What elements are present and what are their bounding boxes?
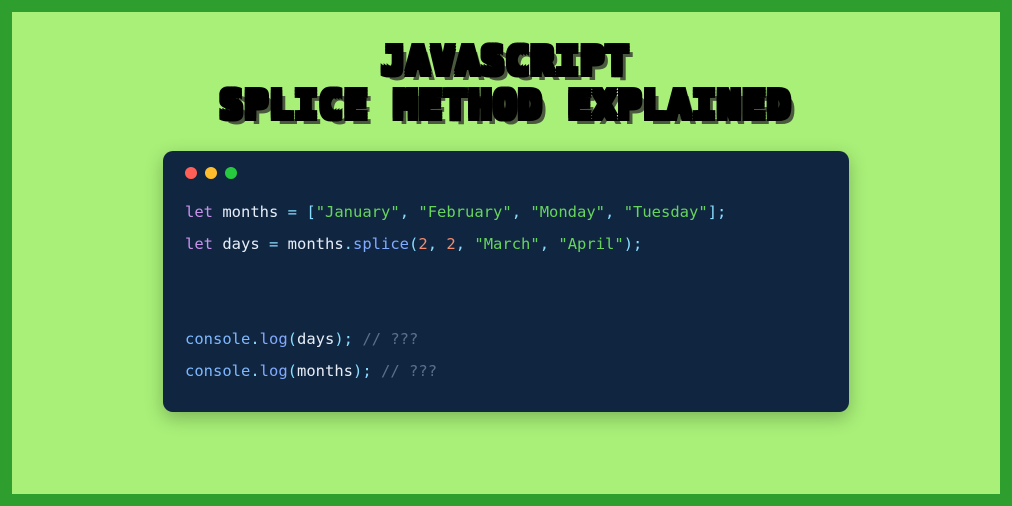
comma: , (400, 203, 419, 221)
comma: , (428, 235, 447, 253)
comma: , (456, 235, 475, 253)
num-2a: 2 (418, 235, 427, 253)
dot: . (250, 362, 259, 380)
code-line-1: let months = ["January", "February", "Mo… (185, 203, 726, 221)
str-january: "January" (316, 203, 400, 221)
paren-close: ); (334, 330, 353, 348)
method-log: log (260, 362, 288, 380)
space (372, 362, 381, 380)
code-line-4: console.log(days); // ??? (185, 330, 418, 348)
maximize-icon (225, 167, 237, 179)
str-tuesday: "Tuesday" (624, 203, 708, 221)
code-line-5: console.log(months); // ??? (185, 362, 437, 380)
str-april: "April" (558, 235, 623, 253)
bracket-close: ]; (708, 203, 727, 221)
code-window: let months = ["January", "February", "Mo… (163, 151, 849, 412)
dot: . (250, 330, 259, 348)
paren-close: ); (353, 362, 372, 380)
keyword-let: let (185, 203, 213, 221)
paren-open: ( (288, 330, 297, 348)
str-february: "February" (418, 203, 511, 221)
comma: , (512, 203, 531, 221)
minimize-icon (205, 167, 217, 179)
slide-canvas: JAVASCRIPT SPLICE METHOD EXPLAINED let m… (12, 12, 1000, 494)
comment: // ??? (381, 362, 437, 380)
title-line-1: JAVASCRIPT (220, 40, 792, 84)
var-days: days (222, 235, 259, 253)
title-block: JAVASCRIPT SPLICE METHOD EXPLAINED (220, 40, 792, 127)
bracket-open: [ (306, 203, 315, 221)
paren-close: ); (624, 235, 643, 253)
space (353, 330, 362, 348)
method-log: log (260, 330, 288, 348)
code-block: let months = ["January", "February", "Mo… (185, 197, 827, 388)
obj-months: months (288, 235, 344, 253)
obj-console: console (185, 330, 250, 348)
num-2b: 2 (446, 235, 455, 253)
str-monday: "Monday" (530, 203, 605, 221)
dot: . (344, 235, 353, 253)
comma: , (605, 203, 624, 221)
close-icon (185, 167, 197, 179)
var-months: months (297, 362, 353, 380)
method-splice: splice (353, 235, 409, 253)
var-days: days (297, 330, 334, 348)
paren-open: ( (409, 235, 418, 253)
paren-open: ( (288, 362, 297, 380)
str-march: "March" (474, 235, 539, 253)
op-eq: = (278, 203, 306, 221)
title-line-2: SPLICE METHOD EXPLAINED (220, 84, 792, 128)
var-months: months (222, 203, 278, 221)
obj-console: console (185, 362, 250, 380)
keyword-let: let (185, 235, 213, 253)
comma: , (540, 235, 559, 253)
window-controls (185, 167, 827, 179)
code-line-2: let days = months.splice(2, 2, "March", … (185, 235, 642, 253)
op-eq: = (260, 235, 288, 253)
comment: // ??? (362, 330, 418, 348)
